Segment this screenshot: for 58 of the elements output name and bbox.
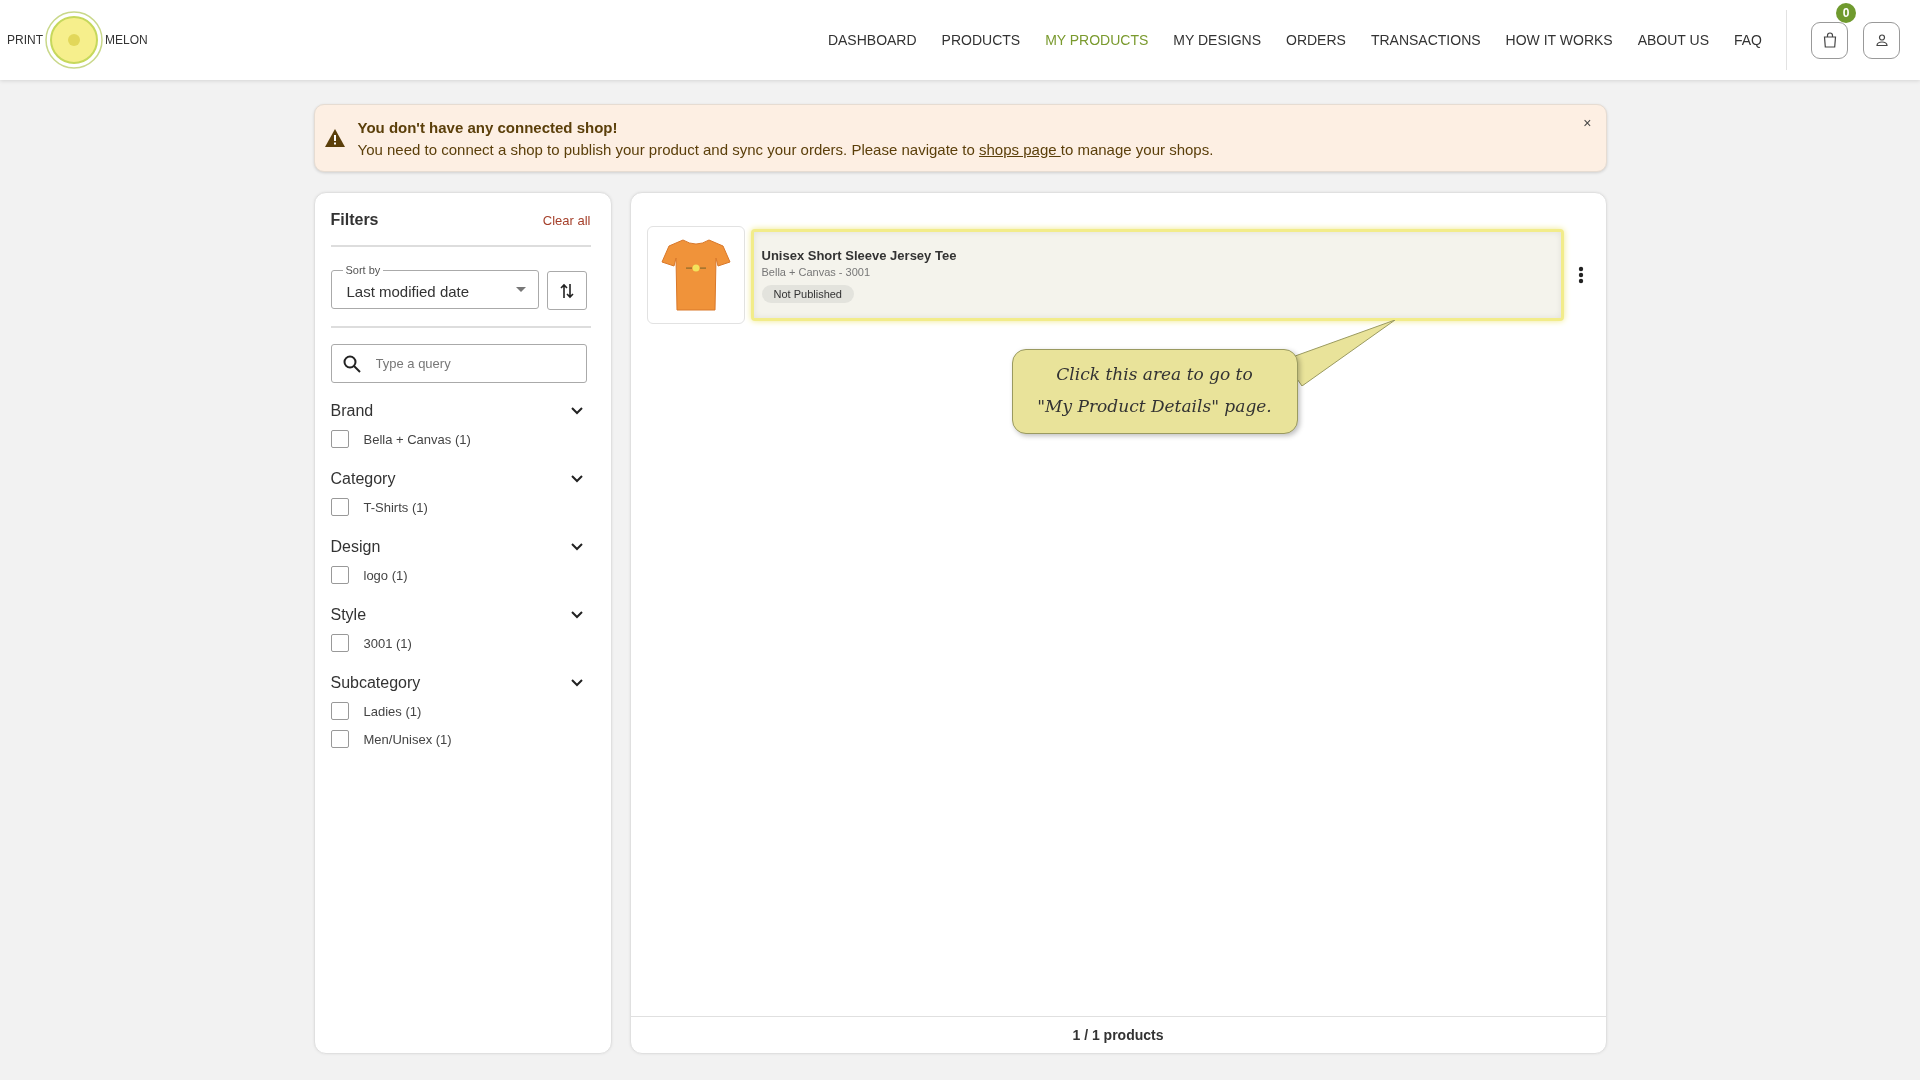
callout: Click this area to go to "My Product Details" page. [1011, 349, 1298, 434]
filter-option-label: logo (1) [363, 567, 408, 583]
filter-group-header[interactable]: Subcategory [330, 669, 591, 697]
shops-page-link[interactable]: shops page [979, 140, 1061, 158]
nav-link[interactable]: ABOUT US [1637, 32, 1709, 48]
product-title: Unisex Short Sleeve Jersey Tee [761, 248, 958, 263]
filter-group-header[interactable]: Brand [330, 397, 591, 425]
cart-button[interactable] [1811, 21, 1848, 59]
logo-text: PRINT [7, 33, 43, 47]
chevron-icon [570, 679, 583, 687]
filters-title: Filters [330, 211, 379, 229]
sort-direction-button[interactable] [546, 271, 587, 310]
status-badge: Not Published [761, 285, 854, 303]
nav-link[interactable]: FAQ [1734, 32, 1762, 48]
melon-logo-icon [44, 10, 104, 70]
filter-group-header[interactable]: Style [330, 601, 591, 629]
cart-count-badge: 0 [1836, 3, 1856, 23]
checkbox[interactable] [330, 702, 349, 720]
close-button[interactable]: × [1583, 115, 1592, 131]
user-icon [1874, 33, 1889, 47]
nav-link[interactable]: PRODUCTS [941, 32, 1021, 48]
up-down-arrows-icon [559, 282, 574, 299]
checkbox[interactable] [330, 430, 349, 448]
product-card[interactable]: Unisex Short Sleeve Jersey Tee Bella + Canvas - 3001 Not Published [750, 229, 1564, 321]
search-field[interactable]: Type a query [330, 344, 587, 383]
product-subtitle: Bella + Canvas - 3001 [761, 266, 872, 278]
nav-link[interactable]: TRANSACTIONS [1370, 32, 1481, 48]
checkbox[interactable] [330, 498, 349, 516]
chevron-icon [570, 543, 583, 551]
filter-option-label: Ladies (1) [363, 703, 422, 719]
filter-group-header[interactable]: Category [330, 465, 591, 493]
dropdown-caret-icon [515, 287, 526, 292]
filter-option-label: T-Shirts (1) [363, 499, 428, 515]
nav-link[interactable]: HOW IT WORKS [1505, 32, 1613, 48]
chevron-icon [570, 475, 583, 483]
shopping-bag-icon [1822, 32, 1837, 48]
alert-message: You need to connect a shop to publish your product and sync your orders. Please navigate to shops page to manage your shops. [357, 140, 1214, 158]
checkbox[interactable] [330, 634, 349, 652]
vertical-dots-icon [1577, 266, 1584, 284]
checkbox[interactable] [330, 566, 349, 584]
alert-title: You don't have any connected shop! [357, 118, 619, 136]
search-icon [342, 355, 361, 373]
clear-all-link[interactable]: Clear all [542, 212, 591, 228]
chevron-icon [570, 407, 583, 415]
logo-text: MELON [105, 33, 148, 47]
filter-option-label: Bella + Canvas (1) [363, 431, 471, 447]
product-thumbnail[interactable] [646, 226, 745, 324]
product-count: 1 / 1 products [630, 1016, 1606, 1053]
account-button[interactable] [1863, 21, 1900, 59]
warning-icon [323, 128, 346, 148]
checkbox[interactable] [330, 730, 349, 748]
filter-option-label: Men/Unisex (1) [363, 731, 452, 747]
nav-link[interactable]: ORDERS [1286, 32, 1346, 48]
chevron-icon [570, 611, 583, 619]
nav-link[interactable]: MY DESIGNS [1173, 32, 1261, 48]
filter-option-label: 3001 (1) [363, 635, 412, 651]
filter-group-header[interactable]: Design [330, 533, 591, 561]
nav-link[interactable]: DASHBOARD [827, 32, 917, 48]
